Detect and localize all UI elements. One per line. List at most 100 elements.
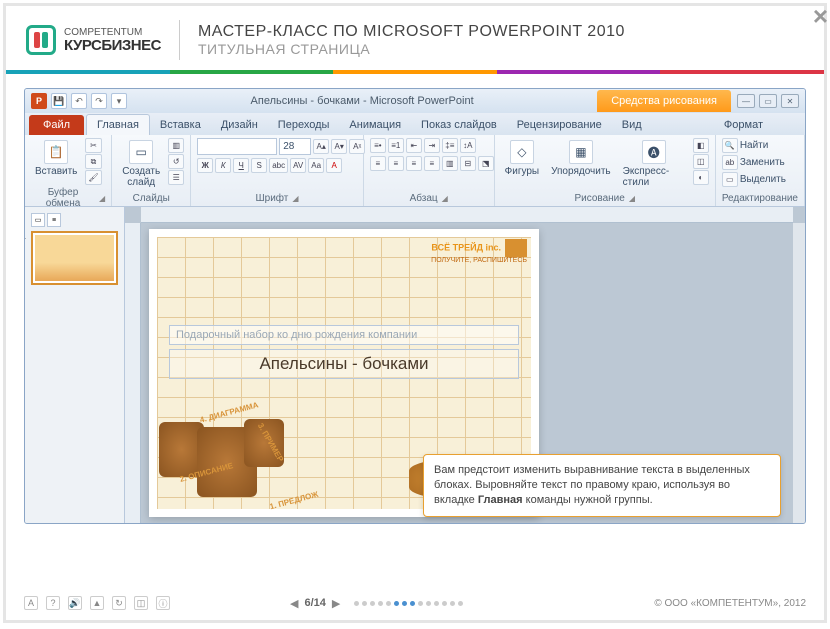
- bullets-icon[interactable]: ≡•: [370, 138, 386, 153]
- tab-home[interactable]: Главная: [86, 114, 150, 135]
- select-button[interactable]: ▭: [722, 172, 738, 187]
- case-icon[interactable]: Aa: [308, 158, 324, 173]
- restore-icon[interactable]: ▭: [759, 94, 777, 108]
- tab-view[interactable]: Вид: [612, 115, 652, 135]
- course-title: МАСТЕР-КЛАСС ПО MICROSOFT POWERPOINT 201…: [198, 23, 625, 41]
- powerpoint-icon[interactable]: P: [31, 93, 47, 109]
- pager: ◀ 6/14 ▶: [290, 597, 463, 610]
- ribbon: 📋Вставить ✂ ⧉ 🖌 Буфер обмена◢ ▭Создать с…: [25, 135, 805, 207]
- shape-fill-icon[interactable]: ◧: [693, 138, 709, 153]
- selected-textbox-subtitle[interactable]: Подарочный набор ко дню рождения компани…: [169, 325, 519, 345]
- justify-icon[interactable]: ≡: [424, 156, 440, 171]
- increase-indent-icon[interactable]: ⇥: [424, 138, 440, 153]
- copy-icon[interactable]: ⧉: [85, 154, 101, 169]
- pager-prev-icon[interactable]: ◀: [290, 597, 298, 610]
- ribbon-tabs: Файл Главная Вставка Дизайн Переходы Ани…: [25, 113, 805, 135]
- close-window-icon[interactable]: ✕: [781, 94, 799, 108]
- tab-slideshow[interactable]: Показ слайдов: [411, 115, 507, 135]
- text-direction-icon[interactable]: ↕A: [460, 138, 476, 153]
- shadow-icon[interactable]: abc: [269, 158, 288, 173]
- align-left-icon[interactable]: ≡: [370, 156, 386, 171]
- tab-animation[interactable]: Анимация: [339, 115, 411, 135]
- reset-icon[interactable]: ↺: [168, 154, 184, 169]
- decrease-indent-icon[interactable]: ⇤: [406, 138, 422, 153]
- pager-next-icon[interactable]: ▶: [332, 597, 340, 610]
- arrange-icon: ▦: [569, 140, 593, 164]
- format-painter-icon[interactable]: 🖌: [85, 170, 101, 185]
- clipboard-launcher-icon[interactable]: ◢: [99, 194, 105, 203]
- font-size-select[interactable]: 28: [279, 138, 311, 155]
- align-center-icon[interactable]: ≡: [388, 156, 404, 171]
- ruler-vertical: [125, 223, 141, 524]
- tab-design[interactable]: Дизайн: [211, 115, 268, 135]
- font-family-select[interactable]: [197, 138, 277, 155]
- layout-icon[interactable]: ▥: [168, 138, 184, 153]
- course-header: COMPETENTUM КУРСБИЗНЕС МАСТЕР-КЛАСС ПО M…: [6, 6, 824, 70]
- drawing-launcher-icon[interactable]: ◢: [629, 194, 635, 203]
- logo: COMPETENTUM КУРСБИЗНЕС: [26, 25, 161, 55]
- nav-toc-icon[interactable]: A: [24, 596, 38, 610]
- slides-tab-icon[interactable]: ▭: [31, 213, 45, 227]
- slide-thumbnail[interactable]: [31, 231, 118, 285]
- nav-info-icon[interactable]: ⓘ: [156, 596, 170, 610]
- instruction-tooltip: Вам предстоит изменить выравнивание текс…: [423, 454, 781, 517]
- course-subtitle: ТИТУЛЬНАЯ СТРАНИЦА: [198, 41, 625, 57]
- shrink-font-icon[interactable]: A▾: [331, 139, 347, 154]
- paste-icon: 📋: [44, 140, 68, 164]
- columns-icon[interactable]: ▥: [442, 156, 458, 171]
- close-icon[interactable]: ×: [813, 1, 828, 32]
- selected-textbox-title[interactable]: Апельсины - бочками: [169, 349, 519, 379]
- tab-transitions[interactable]: Переходы: [268, 115, 340, 135]
- tab-review[interactable]: Рецензирование: [507, 115, 612, 135]
- underline-icon[interactable]: Ч: [233, 158, 249, 173]
- cut-icon[interactable]: ✂: [85, 138, 101, 153]
- nav-help-icon[interactable]: ?: [46, 596, 60, 610]
- grow-font-icon[interactable]: A▴: [313, 139, 329, 154]
- font-color-icon[interactable]: A: [326, 158, 342, 173]
- header-divider: [179, 20, 180, 60]
- qat-dropdown-icon[interactable]: ▾: [111, 93, 127, 109]
- group-slides: ▭Создать слайд ▥ ↺ ☰ Слайды: [112, 135, 191, 206]
- nav-refresh-icon[interactable]: ↻: [112, 596, 126, 610]
- tab-format[interactable]: Формат: [712, 115, 775, 135]
- shapes-button[interactable]: ◇Фигуры: [501, 138, 543, 179]
- window-title: Апельсины - бочками - Microsoft PowerPoi…: [127, 95, 597, 107]
- align-right-icon[interactable]: ≡: [406, 156, 422, 171]
- smartart-icon[interactable]: ⬔: [478, 156, 494, 171]
- vertical-scrollbar[interactable]: [793, 223, 805, 524]
- minimize-icon[interactable]: —: [737, 94, 755, 108]
- outline-tab-icon[interactable]: ≡: [47, 213, 61, 227]
- nav-bookmark-icon[interactable]: ◫: [134, 596, 148, 610]
- replace-button[interactable]: ab: [722, 155, 738, 170]
- paragraph-launcher-icon[interactable]: ◢: [442, 194, 448, 203]
- new-slide-button[interactable]: ▭Создать слайд: [118, 138, 164, 190]
- strike-icon[interactable]: S: [251, 158, 267, 173]
- bold-icon[interactable]: Ж: [197, 158, 213, 173]
- shape-effects-icon[interactable]: ◐: [693, 170, 709, 185]
- nav-up-icon[interactable]: ▲: [90, 596, 104, 610]
- nav-sound-icon[interactable]: 🔊: [68, 596, 82, 610]
- quick-styles-icon: 🅐: [642, 140, 666, 164]
- clear-format-icon[interactable]: Aᵡ: [349, 139, 365, 154]
- shape-outline-icon[interactable]: ◫: [693, 154, 709, 169]
- quick-styles-button[interactable]: 🅐Экспресс-стили: [619, 138, 689, 190]
- font-launcher-icon[interactable]: ◢: [292, 194, 298, 203]
- paste-button[interactable]: 📋Вставить: [31, 138, 81, 179]
- redo-icon[interactable]: ↷: [91, 93, 107, 109]
- section-icon[interactable]: ☰: [168, 170, 184, 185]
- undo-icon[interactable]: ↶: [71, 93, 87, 109]
- spacing-icon[interactable]: AV: [290, 158, 306, 173]
- file-tab[interactable]: Файл: [29, 115, 84, 135]
- tab-insert[interactable]: Вставка: [150, 115, 211, 135]
- find-button[interactable]: 🔍: [722, 138, 738, 153]
- arrange-button[interactable]: ▦Упорядочить: [547, 138, 615, 179]
- course-frame: COMPETENTUM КУРСБИЗНЕС МАСТЕР-КЛАСС ПО M…: [3, 3, 827, 623]
- save-icon[interactable]: 💾: [51, 93, 67, 109]
- align-text-icon[interactable]: ⊟: [460, 156, 476, 171]
- thumb-number: 1: [24, 231, 26, 241]
- numbering-icon[interactable]: ≡1: [388, 138, 404, 153]
- italic-icon[interactable]: К: [215, 158, 231, 173]
- group-clipboard: 📋Вставить ✂ ⧉ 🖌 Буфер обмена◢: [25, 135, 112, 206]
- line-spacing-icon[interactable]: ‡≡: [442, 138, 458, 153]
- group-drawing: ◇Фигуры ▦Упорядочить 🅐Экспресс-стили ◧ ◫…: [495, 135, 716, 206]
